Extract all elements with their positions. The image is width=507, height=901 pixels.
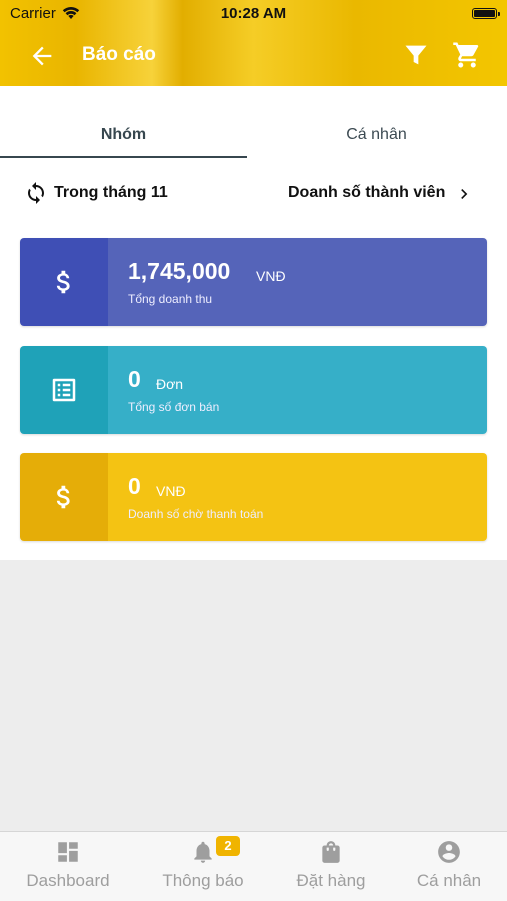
- pending-value: 0: [128, 473, 141, 499]
- dollar-icon: [56, 270, 70, 294]
- pending-icon-box: [20, 453, 108, 541]
- tab-selected-indicator: [0, 156, 247, 158]
- member-sales-label: Doanh số thành viên: [288, 184, 446, 201]
- tabbar-label-dashboard: Dashboard: [26, 871, 110, 890]
- tabbar-label-profile: Cá nhân: [416, 871, 482, 890]
- revenue-value: 1,745,000: [128, 258, 231, 284]
- tabbar-label-notifications: Thông báo: [162, 871, 244, 890]
- tabbar-label-order: Đặt hàng: [296, 871, 366, 890]
- period-label: Trong tháng 11: [54, 184, 168, 201]
- pending-unit: VNĐ: [156, 483, 186, 499]
- revenue-card: 1,745,000 VNĐ Tổng doanh thu: [20, 238, 487, 326]
- orders-value: 0: [128, 366, 141, 392]
- bell-icon: [194, 841, 212, 863]
- refresh-icon[interactable]: [24, 180, 48, 206]
- page-title: Báo cáo: [82, 44, 156, 65]
- shopping-bag-icon: [322, 841, 340, 863]
- tabbar-item-dashboard[interactable]: Dashboard: [5, 832, 131, 901]
- tabbar-item-notifications[interactable]: Thông báo: [140, 832, 266, 901]
- nav-bar: Báo cáo: [0, 28, 507, 84]
- bottom-tab-bar: Dashboard Thông báo 2 Đặt hàng Cá nhân: [0, 831, 507, 901]
- orders-body: 0 Đơn Tổng số đơn bán: [108, 346, 487, 434]
- account-icon: [438, 841, 460, 863]
- pending-body: 0 VNĐ Doanh số chờ thanh toán: [108, 453, 487, 541]
- tab-group[interactable]: Nhóm: [0, 126, 247, 144]
- tab-personal[interactable]: Cá nhân: [253, 126, 500, 144]
- filter-icon[interactable]: [402, 41, 430, 69]
- tabbar-item-order[interactable]: Đặt hàng: [268, 832, 394, 901]
- status-time: 10:28 AM: [220, 5, 287, 22]
- revenue-icon-box: [20, 238, 108, 326]
- revenue-caption: Tổng doanh thu: [128, 292, 213, 306]
- revenue-unit: VNĐ: [256, 268, 286, 284]
- app-header: Carrier 10:28 AM Báo cáo: [0, 0, 507, 86]
- cart-icon[interactable]: [452, 40, 482, 70]
- report-content: Nhóm Cá nhân Trong tháng 11 Doanh số thà…: [0, 86, 507, 560]
- list-icon: [52, 378, 76, 402]
- notification-badge: 2: [216, 836, 240, 856]
- orders-caption: Tổng số đơn bán: [128, 400, 220, 414]
- battery-icon: [472, 8, 500, 19]
- tabbar-item-profile[interactable]: Cá nhân: [386, 832, 507, 901]
- back-arrow-icon[interactable]: [28, 42, 56, 70]
- orders-card: 0 Đơn Tổng số đơn bán: [20, 346, 487, 434]
- pending-payment-card: 0 VNĐ Doanh số chờ thanh toán: [20, 453, 487, 541]
- revenue-body: 1,745,000 VNĐ Tổng doanh thu: [108, 238, 487, 326]
- pending-caption: Doanh số chờ thanh toán: [128, 507, 264, 521]
- dashboard-icon: [58, 842, 78, 862]
- orders-icon-box: [20, 346, 108, 434]
- status-bar: Carrier 10:28 AM: [0, 0, 507, 28]
- chevron-right-icon: [461, 189, 468, 199]
- orders-unit: Đơn: [156, 376, 184, 392]
- dollar-icon: [56, 485, 70, 509]
